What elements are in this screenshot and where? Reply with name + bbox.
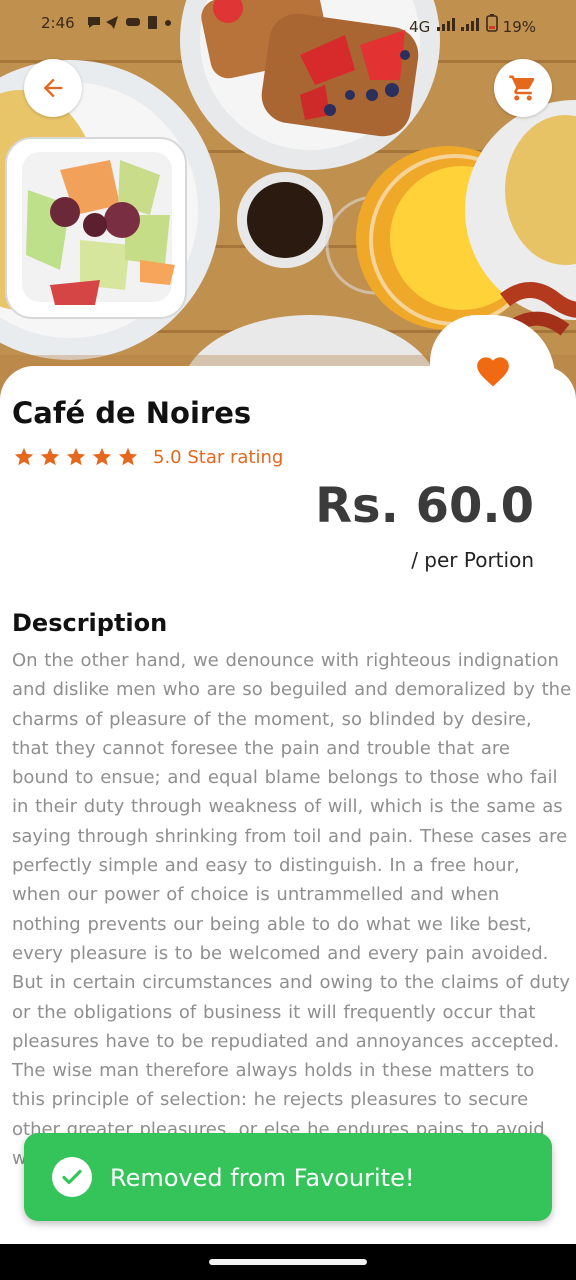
system-navigation-bar: [0, 1244, 576, 1280]
cart-button[interactable]: [494, 59, 552, 117]
description-text: On the other hand, we denounce with righ…: [12, 650, 572, 1169]
star-icon: [14, 447, 34, 466]
price-unit: / per Portion: [411, 548, 534, 572]
notification-icons-glyphs: [88, 16, 171, 29]
notification-icons: [86, 14, 176, 34]
arrow-left-icon: [43, 78, 63, 98]
product-title: Café de Noires: [12, 396, 252, 430]
battery-percent: 19%: [502, 18, 536, 36]
status-time: 2:46: [41, 14, 75, 32]
rating-text: 5.0 Star rating: [153, 447, 284, 468]
heart-icon: [476, 357, 509, 387]
toast-notification: Removed from Favourite!: [24, 1133, 552, 1221]
battery-icon: [486, 14, 498, 32]
description-heading: Description: [12, 609, 168, 637]
back-button[interactable]: [24, 59, 82, 117]
star-rating: [12, 446, 142, 468]
star-icon: [40, 447, 60, 466]
network-type: 4G: [409, 18, 431, 36]
check-circle-icon: [52, 1157, 92, 1197]
signal-icon: [437, 18, 480, 31]
cart-icon: [509, 75, 535, 101]
system-status-icons: 4G 19%: [409, 14, 536, 36]
status-bar: 2:46 4G 19%: [0, 0, 576, 46]
home-indicator[interactable]: [209, 1259, 367, 1265]
price: Rs. 60.0: [315, 478, 534, 534]
toast-message: Removed from Favourite!: [110, 1164, 415, 1192]
star-icon: [118, 447, 138, 466]
check-icon: [62, 1169, 82, 1185]
star-icon: [66, 447, 86, 466]
star-icon: [92, 447, 112, 466]
